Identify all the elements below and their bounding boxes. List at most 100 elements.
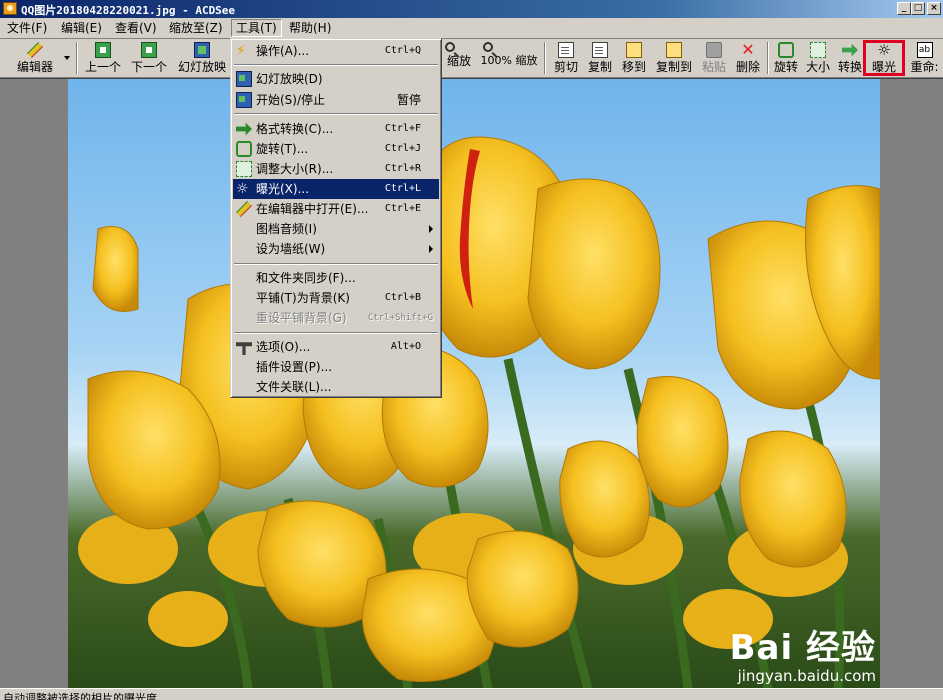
move-to-button[interactable]: 移到: [619, 40, 649, 76]
prev-label: 上一个: [84, 60, 121, 74]
zoom-100-button[interactable]: 100% 缩放: [480, 40, 538, 76]
cut-label: 剪切: [553, 60, 578, 74]
toolbar-separator: [544, 42, 546, 74]
editor-icon: [236, 201, 252, 217]
menu-item-sync-folder[interactable]: 和文件夹同步(F)...: [233, 268, 439, 288]
minimize-button[interactable]: _: [897, 2, 911, 15]
toolbar-separator: [76, 42, 78, 74]
tools-dropdown-menu: ⚡ 操作(A)... Ctrl+Q 幻灯放映(D) 开始(S)/停止 暂停 格式…: [230, 38, 442, 398]
copy-to-label: 复制到: [655, 60, 692, 74]
menu-item-operation[interactable]: ⚡ 操作(A)... Ctrl+Q: [233, 41, 439, 61]
menu-item-shortcut: Ctrl+Q: [384, 45, 421, 56]
watermark-url: jingyan.baidu.com: [737, 667, 876, 685]
menu-item-label: 图档音频(I): [256, 222, 317, 236]
rename-icon: ab: [916, 42, 933, 58]
menu-item-file-association[interactable]: 文件关联(L)...: [233, 377, 439, 397]
menu-item-reset-tile-background[interactable]: 重设平铺背景(G) Ctrl+Shift+G: [233, 308, 439, 328]
menu-item-label: 在编辑器中打开(E)...: [256, 202, 369, 216]
menu-file[interactable]: 文件(F): [3, 20, 51, 36]
convert-arrow-icon: [842, 43, 858, 57]
menu-separator: [234, 113, 438, 115]
menu-item-rotate[interactable]: 旋转(T)... Ctrl+J: [233, 139, 439, 159]
rename-button[interactable]: ab 重命:: [906, 40, 943, 76]
resize-icon: [810, 42, 826, 58]
convert-button[interactable]: 转换: [835, 40, 865, 76]
menu-item-resize[interactable]: 调整大小(R)... Ctrl+R: [233, 159, 439, 179]
menu-item-label: 文件关联(L)...: [256, 380, 332, 394]
lightning-icon: ⚡: [236, 43, 246, 59]
menu-item-label: 平铺(T)为背景(K): [256, 291, 350, 305]
menu-item-exposure[interactable]: ☼ 曝光(X)... Ctrl+L: [233, 179, 439, 199]
tulip-photo: Bai 经验 jingyan.baidu.com: [68, 79, 880, 689]
copy-button[interactable]: 复制: [585, 40, 615, 76]
rename-label: 重命:: [910, 60, 939, 74]
exposure-icon: ☼: [236, 181, 249, 197]
menu-item-start-stop[interactable]: 开始(S)/停止 暂停: [233, 90, 439, 110]
menu-item-open-in-editor[interactable]: 在编辑器中打开(E)... Ctrl+E: [233, 199, 439, 219]
menu-item-shortcut: Ctrl+J: [384, 143, 421, 154]
menu-item-shortcut: Alt+O: [390, 341, 421, 352]
submenu-arrow-icon: [429, 225, 433, 233]
menu-item-label: 插件设置(P)...: [256, 360, 333, 374]
menu-item-image-audio[interactable]: 图档音频(I): [233, 219, 439, 239]
rotate-icon: [236, 141, 252, 157]
delete-label: 删除: [735, 60, 760, 74]
menu-view[interactable]: 查看(V): [111, 20, 161, 36]
options-icon: [236, 342, 252, 355]
magnifier-icon: [445, 42, 455, 52]
move-to-label: 移到: [621, 60, 646, 74]
slideshow-button[interactable]: 幻灯放映: [176, 40, 228, 76]
scissors-icon: [558, 42, 574, 58]
slideshow-icon: [236, 71, 252, 87]
menu-item-format-convert[interactable]: 格式转换(C)... Ctrl+F: [233, 119, 439, 139]
editor-dropdown-arrow-icon[interactable]: [64, 56, 70, 60]
prev-button[interactable]: 上一个: [82, 40, 124, 76]
menu-item-label: 旋转(T)...: [256, 142, 309, 156]
editor-button[interactable]: 编辑器: [12, 40, 58, 76]
toolbar-separator: [767, 42, 769, 74]
rotate-label: 旋转: [773, 60, 798, 74]
menu-item-options[interactable]: 选项(O)... Alt+O: [233, 337, 439, 357]
menu-help[interactable]: 帮助(H): [285, 20, 335, 36]
acdsee-app-icon[interactable]: [3, 2, 17, 15]
rotate-button[interactable]: 旋转: [771, 40, 801, 76]
delete-button[interactable]: ✕ 删除: [733, 40, 763, 76]
menu-item-set-wallpaper[interactable]: 设为墙纸(W): [233, 239, 439, 259]
menu-item-shortcut: Ctrl+F: [384, 123, 421, 134]
menu-item-label: 调整大小(R)...: [256, 162, 334, 176]
exposure-highlight-callout: [863, 40, 905, 76]
next-button[interactable]: 下一个: [128, 40, 170, 76]
close-button[interactable]: ×: [927, 2, 941, 15]
menu-zoom[interactable]: 缩放至(Z): [165, 20, 227, 36]
menu-item-label: 选项(O)...: [256, 340, 311, 354]
rotate-icon: [778, 42, 794, 58]
cut-button[interactable]: 剪切: [551, 40, 581, 76]
menu-separator: [234, 332, 438, 334]
copy-to-button[interactable]: 复制到: [653, 40, 695, 76]
start-stop-icon: [236, 92, 252, 108]
next-label: 下一个: [130, 60, 167, 74]
menu-item-plugin-settings[interactable]: 插件设置(P)...: [233, 357, 439, 377]
image-viewer[interactable]: Bai 经验 jingyan.baidu.com: [0, 78, 943, 689]
paste-label: 粘贴: [701, 60, 726, 74]
menu-tools[interactable]: 工具(T): [231, 19, 282, 37]
menu-item-slideshow[interactable]: 幻灯放映(D): [233, 69, 439, 89]
editor-label: 编辑器: [16, 60, 53, 74]
zoom-button[interactable]: 缩放: [442, 40, 476, 76]
resize-button[interactable]: 大小: [803, 40, 833, 76]
menu-item-label: 设为墙纸(W): [256, 242, 326, 256]
convert-icon: [236, 122, 252, 136]
menu-item-tile-background[interactable]: 平铺(T)为背景(K) Ctrl+B: [233, 288, 439, 308]
menu-item-label: 开始(S)/停止: [256, 93, 326, 107]
slideshow-label: 幻灯放映: [177, 60, 226, 74]
title-bar: QQ图片20180428220021.jpg - ACDSee _ □ ×: [0, 0, 943, 18]
menu-item-shortcut: Ctrl+E: [384, 203, 421, 214]
tulip-illustration: [78, 136, 880, 689]
paste-button[interactable]: 粘贴: [699, 40, 729, 76]
maximize-button[interactable]: □: [911, 2, 925, 15]
next-icon: [141, 42, 157, 58]
status-bar: 自动调整被选择的相片的曝光度: [0, 688, 943, 700]
baidu-watermark: Bai 经验 jingyan.baidu.com: [730, 629, 876, 685]
menu-separator: [234, 64, 438, 66]
menu-edit[interactable]: 编辑(E): [57, 20, 106, 36]
